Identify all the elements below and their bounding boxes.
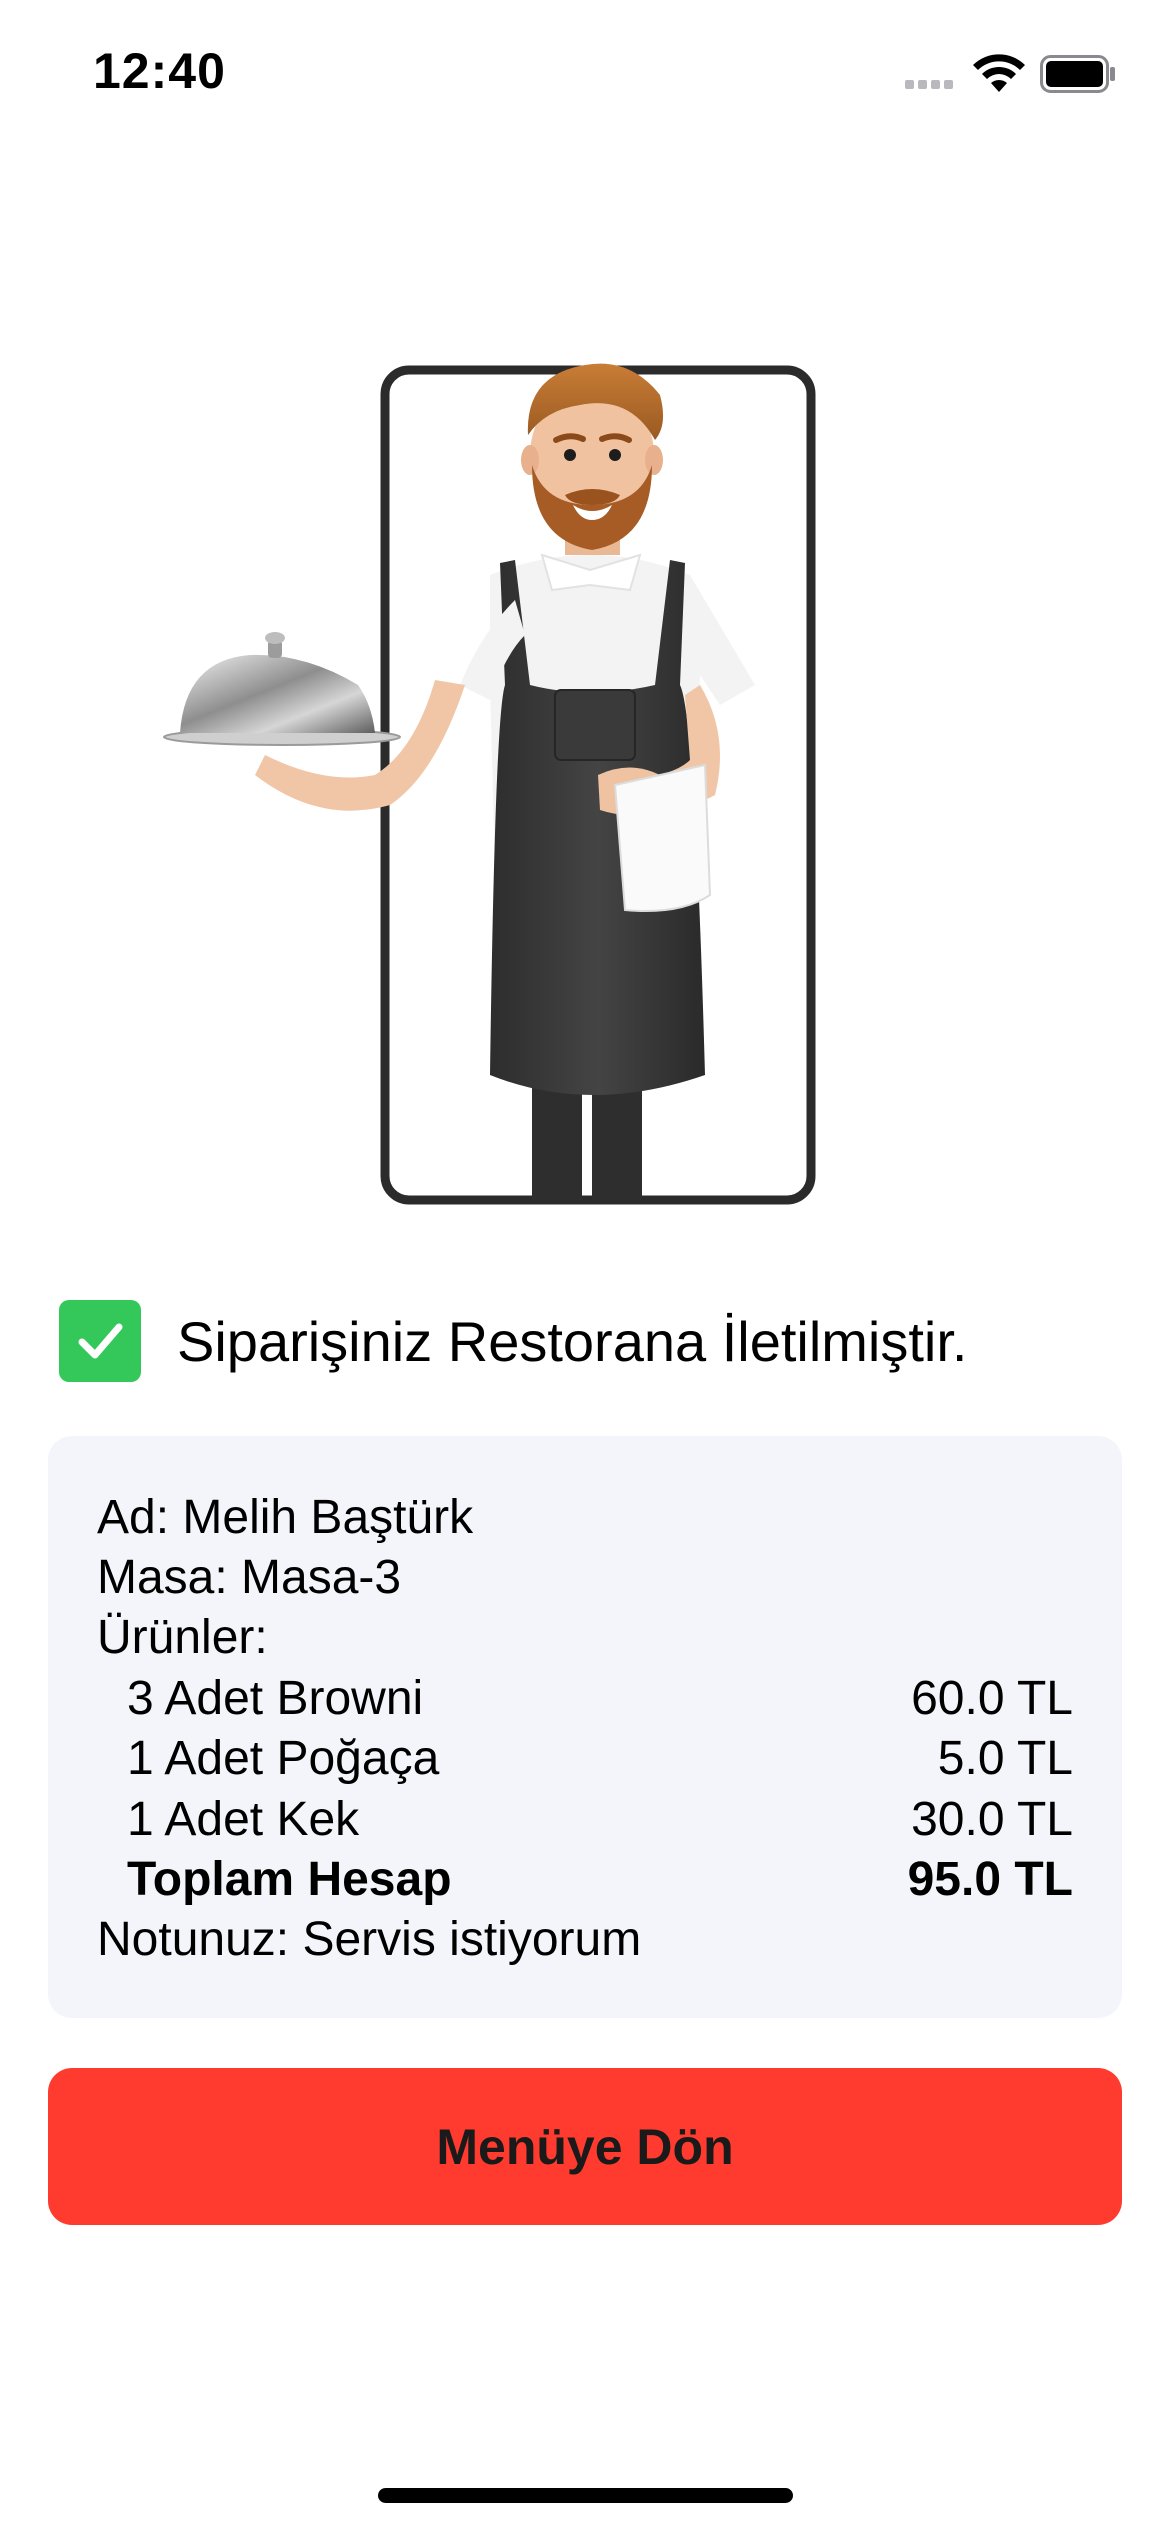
order-item-label: 1 Adet Kek bbox=[127, 1793, 360, 1846]
order-note: Notunuz: Servis istiyorum bbox=[97, 1913, 642, 1966]
order-confirmation: Siparişiniz Restorana İletilmiştir. bbox=[59, 1300, 967, 1382]
checkmark-icon bbox=[59, 1300, 141, 1382]
battery-icon bbox=[1040, 55, 1115, 93]
confirmation-message: Siparişiniz Restorana İletilmiştir. bbox=[177, 1309, 968, 1373]
back-to-menu-label: Menüye Dön bbox=[436, 2118, 734, 2175]
status-time: 12:40 bbox=[93, 43, 226, 99]
wifi-icon bbox=[973, 54, 1025, 92]
cellular-signal-icon bbox=[905, 80, 955, 90]
order-item-price: 60.0 TL bbox=[911, 1672, 1073, 1725]
customer-name: Ad: Melih Baştürk bbox=[97, 1491, 474, 1544]
home-indicator[interactable] bbox=[378, 2488, 793, 2503]
waiter-with-phone-illustration bbox=[163, 363, 816, 1205]
table-number: Masa: Masa-3 bbox=[97, 1551, 402, 1604]
order-item-price: 5.0 TL bbox=[937, 1732, 1073, 1785]
status-bar: 12:40 bbox=[0, 0, 1170, 150]
order-item-label: 3 Adet Browni bbox=[127, 1672, 424, 1725]
products-header: Ürünler: bbox=[97, 1611, 268, 1664]
total-value: 95.0 TL bbox=[907, 1853, 1073, 1906]
order-item-label: 1 Adet Poğaça bbox=[127, 1732, 440, 1785]
order-item-price: 30.0 TL bbox=[911, 1793, 1073, 1846]
order-summary-card: Ad: Melih Baştürk Masa: Masa-3 Ürünler: … bbox=[48, 1436, 1122, 2018]
back-to-menu-button[interactable]: Menüye Dön bbox=[48, 2068, 1122, 2225]
total-label: Toplam Hesap bbox=[127, 1853, 452, 1906]
